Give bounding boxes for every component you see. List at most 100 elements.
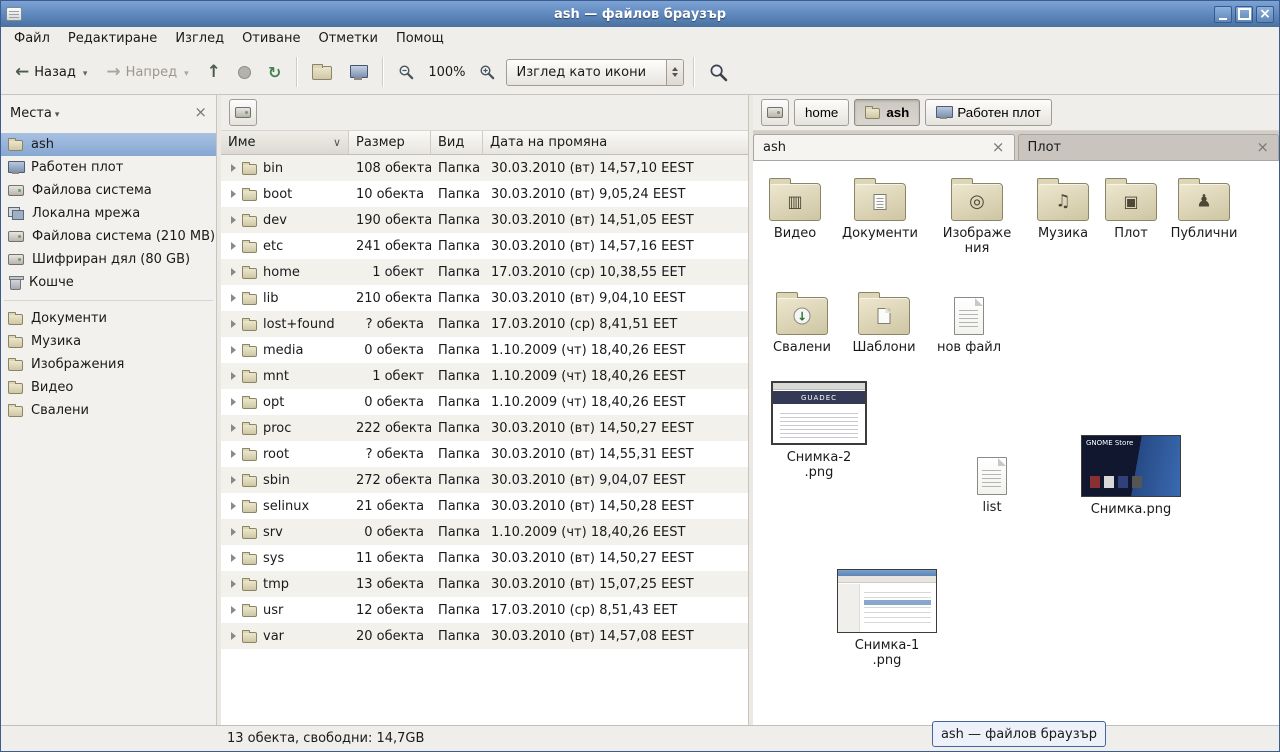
table-row-bin[interactable]: bin108 обектаПапка30.03.2010 (вт) 14,57,… (221, 155, 748, 181)
path-ash-button[interactable]: ash (854, 99, 920, 126)
expander-icon[interactable] (231, 632, 236, 640)
table-row-root[interactable]: root? обектаПапка30.03.2010 (вт) 14,55,3… (221, 441, 748, 467)
sidebar-item-Кошче[interactable]: Кошче (1, 271, 216, 294)
search-button[interactable] (703, 56, 734, 88)
menu-help[interactable]: Помощ (387, 29, 453, 49)
forward-button[interactable]: Напред (99, 56, 195, 88)
maximize-button[interactable] (1235, 6, 1253, 23)
places-title[interactable]: Места (10, 106, 52, 121)
icon-snimka[interactable]: GNOME Store Снимка.png (1079, 433, 1183, 517)
window-menu-icon[interactable] (6, 7, 22, 21)
path-desktop-button[interactable]: Работен плот (925, 99, 1051, 126)
sidebar-item-Шифриран дял (80 GB)[interactable]: Шифриран дял (80 GB) (1, 248, 216, 271)
table-row-dev[interactable]: dev190 обектаПапка30.03.2010 (вт) 14,51,… (221, 207, 748, 233)
sidebar-item-ash[interactable]: ash (1, 133, 216, 156)
taskbar-window-button[interactable]: ash — файлов браузър (932, 721, 1106, 747)
icon-list-file[interactable]: list (953, 449, 1031, 515)
reload-button[interactable] (262, 56, 287, 88)
table-row-sys[interactable]: sys11 обектаПапка30.03.2010 (вт) 14,50,2… (221, 545, 748, 571)
table-row-media[interactable]: media0 обектаПапка1.10.2009 (чт) 18,40,2… (221, 337, 748, 363)
column-header-name[interactable]: Име (221, 131, 349, 154)
icon-folder-public[interactable]: Публични (1163, 175, 1245, 241)
table-row-sbin[interactable]: sbin272 обектаПапка30.03.2010 (вт) 9,04,… (221, 467, 748, 493)
expander-icon[interactable] (231, 294, 236, 302)
expander-icon[interactable] (231, 476, 236, 484)
expander-icon[interactable] (231, 242, 236, 250)
sidebar-item-Работен плот[interactable]: Работен плот (1, 156, 216, 179)
icon-folder-templates[interactable]: Шаблони (845, 289, 923, 355)
view-mode-select[interactable]: Изглед като икони (506, 59, 684, 86)
tab-plot[interactable]: Плот (1018, 134, 1280, 160)
icon-folder-desktop[interactable]: Плот (1101, 175, 1161, 241)
menu-edit[interactable]: Редактиране (59, 29, 166, 49)
table-row-opt[interactable]: opt0 обектаПапка1.10.2009 (чт) 18,40,26 … (221, 389, 748, 415)
column-header-type[interactable]: Вид (431, 131, 483, 154)
table-row-srv[interactable]: srv0 обектаПапка1.10.2009 (чт) 18,40,26 … (221, 519, 748, 545)
expander-icon[interactable] (231, 606, 236, 614)
sidebar-item-Файлова система[interactable]: Файлова система (1, 179, 216, 202)
icon-folder-images[interactable]: Изображения (931, 175, 1023, 256)
expander-icon[interactable] (231, 502, 236, 510)
sidebar-close-button[interactable] (194, 105, 207, 121)
sidebar-item-Музика[interactable]: Музика (1, 330, 216, 353)
menu-file[interactable]: Файл (5, 29, 59, 49)
expander-icon[interactable] (231, 398, 236, 406)
icon-folder-video[interactable]: Видео (753, 175, 837, 241)
close-button[interactable] (1256, 6, 1274, 23)
icon-snimka-1[interactable]: Снимка-1.png (835, 567, 939, 668)
expander-icon[interactable] (231, 346, 236, 354)
path-home-button[interactable]: home (794, 99, 849, 126)
table-row-home[interactable]: home1 обектПапка17.03.2010 (ср) 10,38,55… (221, 259, 748, 285)
column-header-date[interactable]: Дата на промяна (483, 131, 748, 154)
expander-icon[interactable] (231, 372, 236, 380)
stop-button[interactable] (232, 56, 257, 88)
icon-folder-documents[interactable]: Документи (839, 175, 921, 241)
expander-icon[interactable] (231, 580, 236, 588)
computer-button[interactable] (343, 56, 373, 88)
back-history-chevron-icon[interactable] (81, 65, 88, 80)
menu-bookmarks[interactable]: Отметки (309, 29, 386, 49)
expander-icon[interactable] (231, 424, 236, 432)
tab-ash-close-icon[interactable] (992, 140, 1005, 156)
expander-icon[interactable] (231, 216, 236, 224)
table-row-usr[interactable]: usr12 обектаПапка17.03.2010 (ср) 8,51,43… (221, 597, 748, 623)
expander-icon[interactable] (231, 190, 236, 198)
up-button[interactable] (201, 56, 227, 88)
table-row-tmp[interactable]: tmp13 обектаПапка30.03.2010 (вт) 15,07,2… (221, 571, 748, 597)
expander-icon[interactable] (231, 268, 236, 276)
sidebar-item-Документи[interactable]: Документи (1, 307, 216, 330)
tab-plot-close-icon[interactable] (1256, 140, 1269, 156)
zoom-in-button[interactable] (473, 56, 501, 88)
icon-folder-music[interactable]: Музика (1023, 175, 1103, 241)
sidebar-item-Файлова система (210 MB)[interactable]: Файлова система (210 MB) (1, 225, 216, 248)
sidebar-item-Локална мрежа[interactable]: Локална мрежа (1, 202, 216, 225)
expander-icon[interactable] (231, 320, 236, 328)
table-row-lib[interactable]: lib210 обектаПапка30.03.2010 (вт) 9,04,1… (221, 285, 748, 311)
column-header-size[interactable]: Размер (349, 131, 431, 154)
sidebar-item-Изображения[interactable]: Изображения (1, 353, 216, 376)
icon-view[interactable]: Видео Документи Изображения Музика Плот (753, 161, 1279, 725)
table-row-boot[interactable]: boot10 обектаПапка30.03.2010 (вт) 9,05,2… (221, 181, 748, 207)
table-row-proc[interactable]: proc222 обектаПапка30.03.2010 (вт) 14,50… (221, 415, 748, 441)
table-row-lost+found[interactable]: lost+found? обектаПапка17.03.2010 (ср) 8… (221, 311, 748, 337)
expander-icon[interactable] (231, 450, 236, 458)
path-root-button[interactable] (761, 99, 789, 126)
home-button[interactable] (306, 56, 338, 88)
menu-go[interactable]: Отиване (233, 29, 309, 49)
menu-view[interactable]: Изглед (166, 29, 233, 49)
titlebar[interactable]: ash — файлов браузър (1, 1, 1279, 27)
list-pane-location-button[interactable] (229, 99, 257, 126)
table-row-var[interactable]: var20 обектаПапка30.03.2010 (вт) 14,57,0… (221, 623, 748, 649)
icon-folder-downloads[interactable]: Свалени (763, 289, 841, 355)
expander-icon[interactable] (231, 164, 236, 172)
expander-icon[interactable] (231, 554, 236, 562)
table-row-selinux[interactable]: selinux21 обектаПапка30.03.2010 (вт) 14,… (221, 493, 748, 519)
expander-icon[interactable] (231, 528, 236, 536)
icon-new-file[interactable]: нов файл (930, 289, 1008, 355)
icon-snimka-2[interactable]: GUADEC Снимка-2.png (769, 379, 869, 480)
table-row-mnt[interactable]: mnt1 обектПапка1.10.2009 (чт) 18,40,26 E… (221, 363, 748, 389)
sidebar-item-Видео[interactable]: Видео (1, 376, 216, 399)
back-button[interactable]: Назад (8, 56, 94, 88)
combo-spinner-icon[interactable] (666, 60, 683, 85)
table-row-etc[interactable]: etc241 обектаПапка30.03.2010 (вт) 14,57,… (221, 233, 748, 259)
